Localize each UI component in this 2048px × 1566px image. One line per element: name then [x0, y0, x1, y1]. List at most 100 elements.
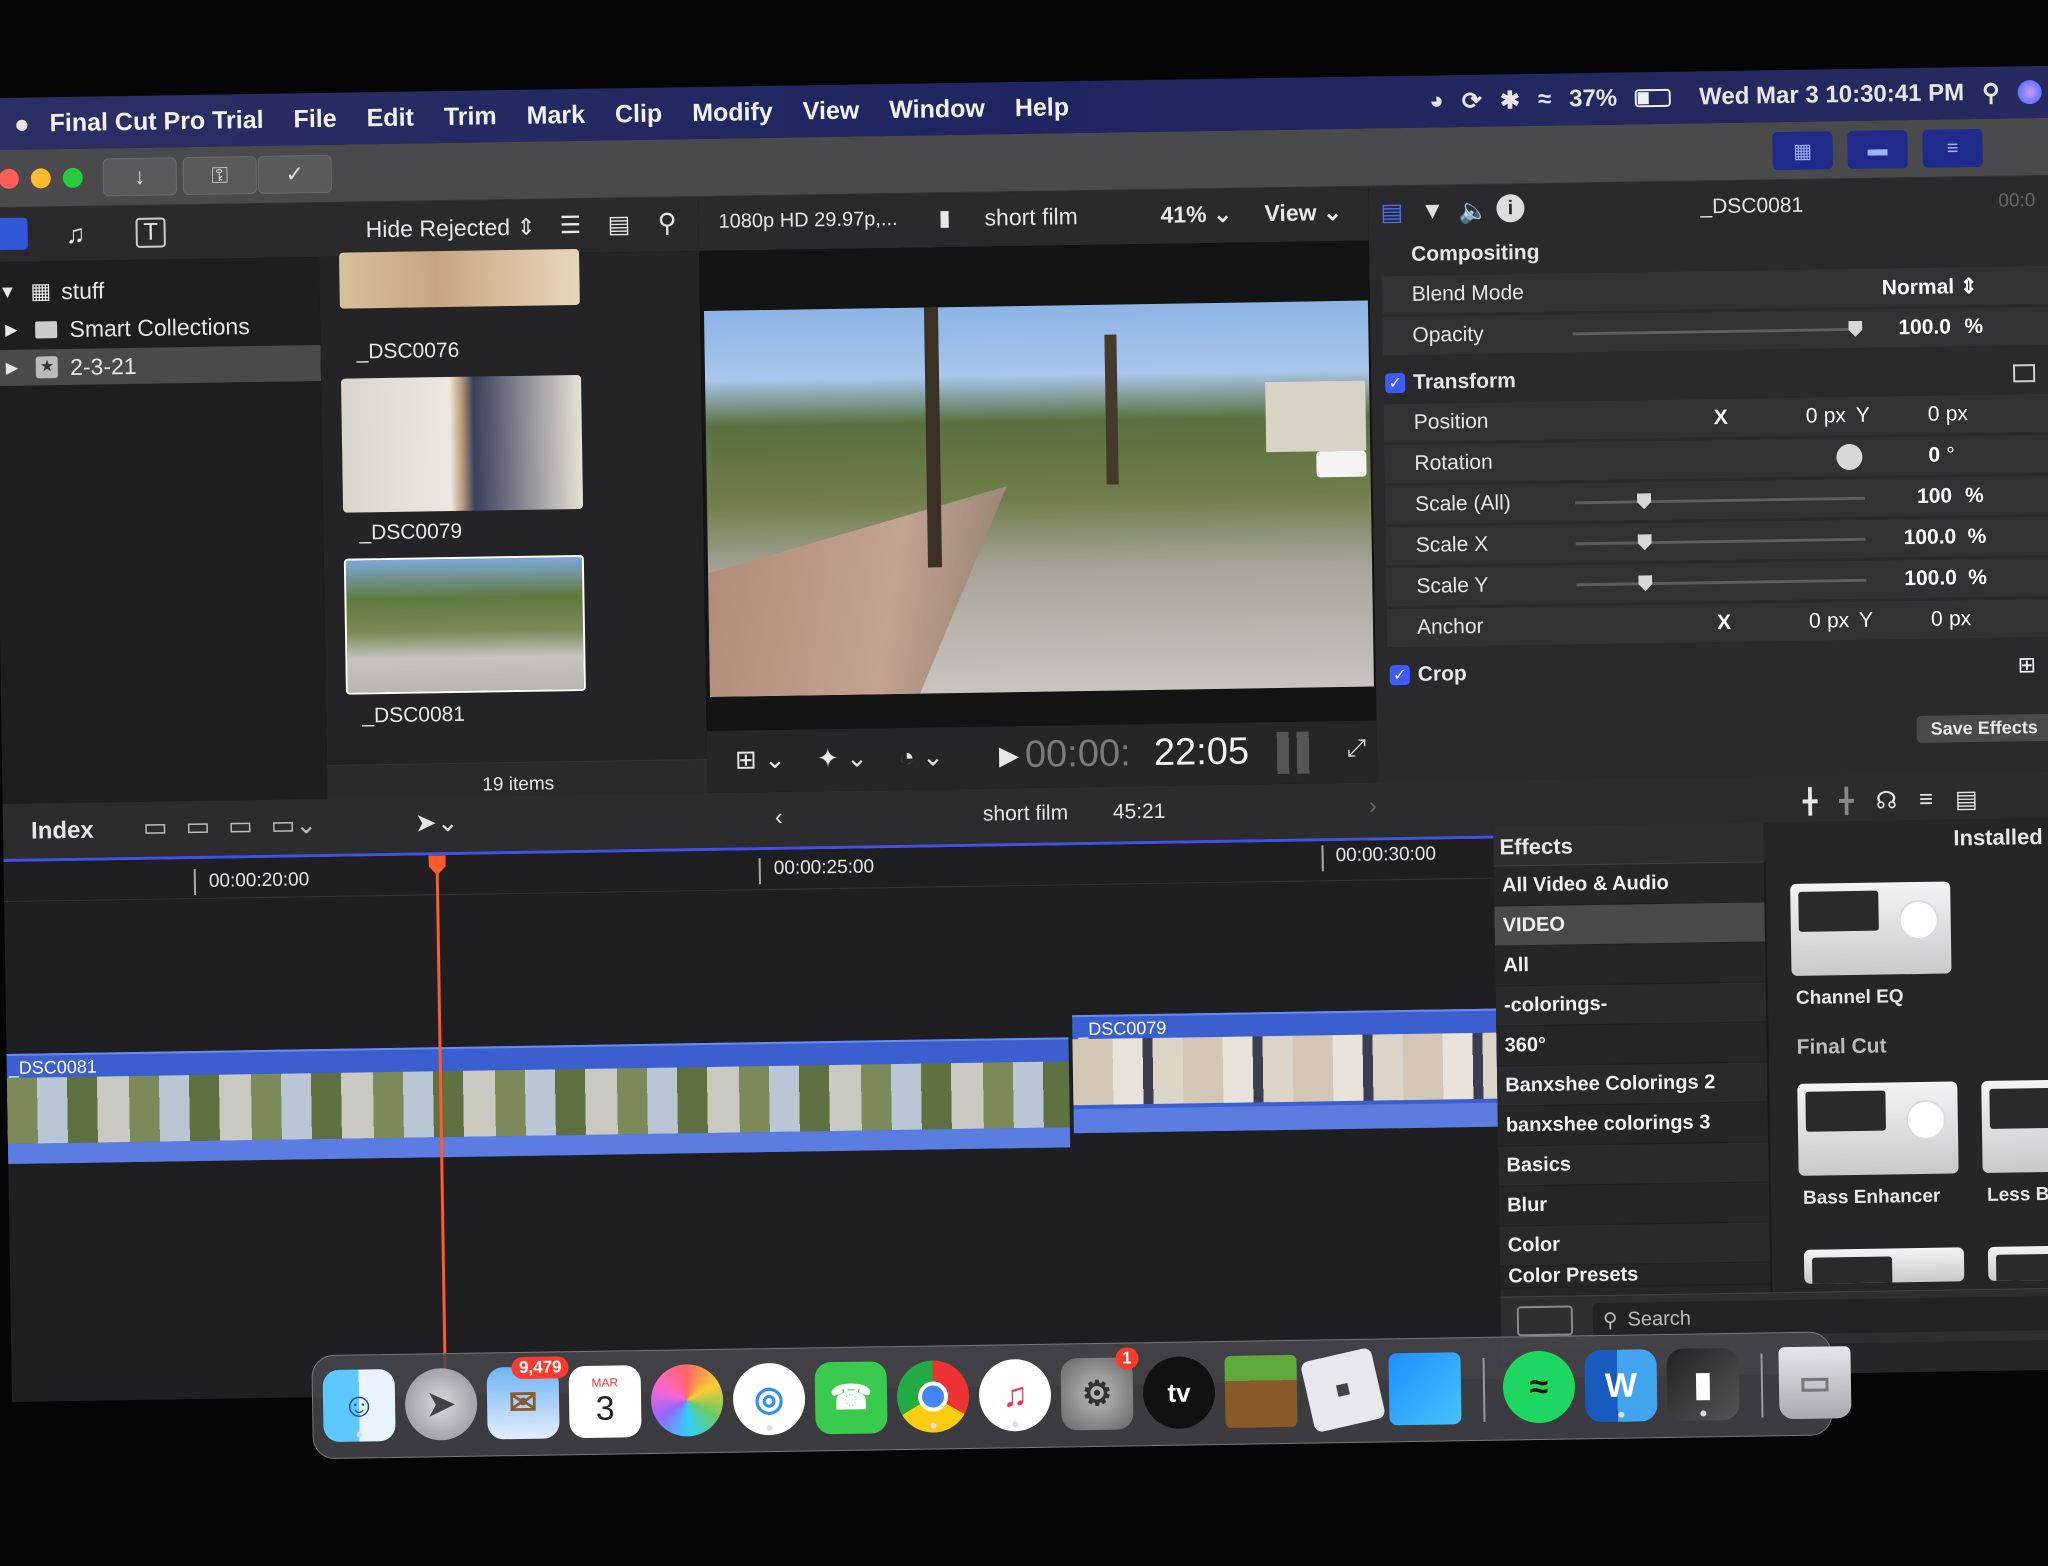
audio-skimming-icon[interactable]: ╋	[1839, 787, 1854, 816]
effects-category[interactable]: -colorings-	[1495, 982, 1767, 1027]
spotify-icon[interactable]: ≈	[1502, 1350, 1576, 1424]
effect-tile[interactable]	[1803, 1247, 1965, 1284]
overwrite-icon[interactable]: ▭⌄	[270, 809, 317, 848]
word-icon[interactable]: W	[1584, 1349, 1658, 1423]
insert-icon[interactable]: ▭	[185, 811, 210, 849]
effects-category[interactable]: Blur	[1498, 1182, 1770, 1227]
effect-tile[interactable]	[1987, 1245, 2048, 1281]
rotation-value[interactable]: 0	[1928, 444, 1940, 468]
format-label[interactable]: 1080p HD 29.97p,...	[718, 208, 897, 234]
mail-icon[interactable]: ✉ 9,479	[486, 1356, 569, 1440]
clip-thumbnail-dsc0079[interactable]	[340, 374, 584, 513]
finder-icon[interactable]: ☺	[322, 1368, 396, 1443]
facetime-icon[interactable]: ☎	[814, 1361, 888, 1435]
messages-icon[interactable]: ◎	[732, 1362, 806, 1436]
close-button[interactable]	[0, 168, 19, 190]
roblox-icon[interactable]: ■	[1299, 1346, 1387, 1434]
disclosure-open-icon[interactable]: ▼	[0, 281, 17, 302]
scale-y-knob[interactable]	[1638, 575, 1652, 591]
bluetooth-icon[interactable]: ✱	[1500, 86, 1521, 115]
crop-checkbox[interactable]: ✓	[1389, 664, 1410, 686]
color-inspector-icon[interactable]: ▼	[1420, 197, 1444, 225]
wifi-icon[interactable]: ≈	[1538, 86, 1552, 114]
library-row-event[interactable]: ▶ ★ 2-3-21	[0, 345, 322, 387]
forward-arrow-icon[interactable]: ›	[1369, 792, 1377, 820]
retime-icon[interactable]: ◔ ⌄	[899, 741, 944, 773]
rotation-dial[interactable]	[1836, 443, 1863, 471]
effects-category[interactable]: 360°	[1496, 1022, 1767, 1067]
info-icon[interactable]: i	[1496, 194, 1525, 223]
anchor-y-value[interactable]: 0	[1931, 608, 1943, 632]
menu-modify[interactable]: Modify	[692, 97, 773, 127]
background-tasks-button[interactable]: ✓	[257, 154, 333, 194]
zoom-button[interactable]	[62, 167, 83, 189]
list-view-icon[interactable]: ☰	[559, 211, 581, 240]
inspector-toggle-button[interactable]: ≡	[1922, 128, 1983, 168]
photos-icon[interactable]: .	[650, 1363, 724, 1437]
transform-checkbox[interactable]: ✓	[1385, 372, 1406, 394]
menu-window[interactable]: Window	[889, 94, 985, 124]
menu-help[interactable]: Help	[1015, 93, 1070, 123]
scale-y-value[interactable]: 100.0	[1904, 566, 1957, 591]
view-dropdown[interactable]: View ⌄	[1264, 199, 1342, 227]
titles-generators-icon[interactable]: T	[135, 217, 166, 248]
final-cut-pro-icon[interactable]: ▮	[1666, 1347, 1740, 1421]
timeline-toggle-button[interactable]: ▬	[1847, 130, 1908, 169]
search-icon[interactable]: ⚲	[657, 207, 677, 238]
effect-tile-bass-enhancer[interactable]	[1797, 1081, 1959, 1176]
effect-tile-channel-eq[interactable]	[1790, 881, 1952, 976]
viewer-frame[interactable]	[703, 300, 1374, 697]
keywords-button[interactable]: ⚿	[182, 155, 258, 196]
clip-thumbnail-dsc0076[interactable]	[339, 248, 580, 309]
headphones-icon[interactable]: ☊	[1875, 786, 1898, 815]
menu-file[interactable]: File	[293, 104, 337, 134]
crop-section[interactable]: ✓ Crop ⊞	[1387, 645, 2048, 695]
minecraft-icon[interactable]	[1224, 1354, 1298, 1428]
clip-thumbnail-dsc0081[interactable]	[343, 554, 586, 695]
sidebar-toggle-icon[interactable]	[1516, 1305, 1574, 1337]
minimize-button[interactable]	[30, 168, 51, 189]
save-effects-button[interactable]: Save Effects	[1916, 713, 2048, 743]
index-button[interactable]: Index	[31, 817, 94, 846]
select-tool-icon[interactable]: ➤⌄	[415, 807, 459, 839]
battery-icon[interactable]	[1635, 88, 1672, 108]
disclosure-closed-icon[interactable]: ▶	[5, 320, 18, 340]
position-y-value[interactable]: 0	[1928, 403, 1940, 427]
crop-tool-icon[interactable]: ⊞ ⌄	[735, 744, 786, 776]
audio-inspector-icon[interactable]: 🔈	[1458, 197, 1488, 226]
browser-toggle-button[interactable]: ▦	[1772, 131, 1833, 171]
transform-onscreen-icon[interactable]	[2012, 364, 2036, 383]
position-x-value[interactable]: 0	[1806, 405, 1818, 429]
effects-search-field[interactable]: ⚲ Search	[1592, 1295, 2048, 1338]
hide-rejected-dropdown[interactable]: Hide Rejected ⇕	[365, 214, 536, 244]
opacity-value[interactable]: 100.0	[1898, 315, 1951, 340]
anchor-x-value[interactable]: 0	[1809, 609, 1821, 633]
skimming-icon[interactable]: ╋	[1803, 788, 1818, 817]
libraries-icon[interactable]	[0, 217, 28, 251]
effects-category[interactable]: banxshee colorings 3	[1497, 1102, 1769, 1147]
connect-icon[interactable]: ▭	[143, 811, 168, 849]
import-button[interactable]: ↓	[102, 157, 178, 197]
timeline-clip-dsc0079[interactable]: _DSC0079	[1072, 1008, 1498, 1134]
video-inspector-icon[interactable]: ▤	[1380, 198, 1403, 227]
filmstrip-view-icon[interactable]: ▤	[607, 210, 630, 239]
siri-icon[interactable]	[2017, 79, 2042, 105]
enhance-tool-icon[interactable]: ✦ ⌄	[817, 742, 868, 774]
menu-clip[interactable]: Clip	[615, 99, 663, 129]
system-preferences-icon[interactable]: ⚙ 1	[1060, 1347, 1139, 1431]
trash-icon[interactable]: ▭	[1778, 1346, 1852, 1420]
roblox-studio-icon[interactable]	[1388, 1352, 1462, 1426]
scale-x-slider[interactable]	[1575, 537, 1866, 546]
scale-x-knob[interactable]	[1638, 534, 1652, 550]
play-button[interactable]: ▶	[999, 740, 1019, 771]
blend-mode-dropdown[interactable]: Normal ⇕	[1882, 273, 1978, 300]
opacity-slider-knob[interactable]	[1848, 321, 1862, 337]
zoom-dropdown[interactable]: 41% ⌄	[1160, 201, 1232, 229]
menu-mark[interactable]: Mark	[526, 100, 585, 130]
fullscreen-icon[interactable]: ⤢	[1347, 735, 1367, 763]
effects-category[interactable]: Color Presets	[1500, 1262, 1771, 1289]
clock[interactable]: Wed Mar 3 10:30:41 PM	[1699, 79, 1964, 111]
scale-y-slider[interactable]	[1576, 578, 1867, 587]
scale-x-value[interactable]: 100.0	[1903, 525, 1956, 550]
calendar-icon[interactable]: MAR 3	[568, 1365, 642, 1439]
